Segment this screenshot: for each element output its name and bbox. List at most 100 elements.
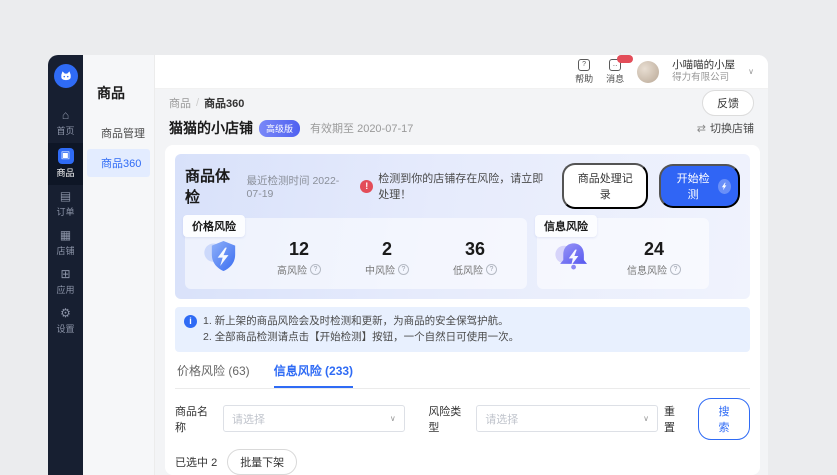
secondary-sidebar: 商品 商品管理 商品360 (83, 55, 155, 475)
product-icon: ▣ (58, 148, 74, 164)
chevron-down-icon[interactable]: ∨ (748, 67, 754, 76)
info-risk-value: 24 (627, 239, 681, 260)
shop-plan-badge: 高级版 (259, 120, 300, 137)
cat-logo-icon (59, 69, 73, 83)
messages-label: 消息 (606, 72, 624, 85)
last-check-time: 最近检测时间 2022-07-19 (247, 173, 352, 200)
tab-info-risk[interactable]: 信息风险 (233) (274, 362, 353, 388)
sidebar-item-products[interactable]: ▣ 商品 (48, 143, 83, 185)
help-tip-icon[interactable]: ? (398, 264, 409, 275)
subnav-item-product-management[interactable]: 商品管理 (87, 119, 150, 147)
high-risk-stat: 12 高风险? (277, 239, 321, 277)
order-icon: ▤ (60, 190, 71, 203)
user-company: 得力有限公司 (672, 72, 735, 84)
last-check-label: 最近检测时间 (247, 175, 310, 187)
price-risk-card: 价格风险 (185, 218, 527, 289)
swap-icon: ⇄ (697, 122, 706, 135)
process-record-button[interactable]: 商品处理记录 (562, 163, 648, 209)
help-button[interactable]: ? 帮助 (575, 59, 593, 85)
product-name-placeholder: 请选择 (232, 411, 265, 427)
shield-lightning-icon (201, 236, 241, 281)
low-risk-label: 低风险 (453, 262, 483, 277)
risk-type-filter-label: 风险类型 (428, 403, 468, 435)
sidebar-item-shop[interactable]: ▦ 店铺 (48, 224, 83, 263)
breadcrumb-parent[interactable]: 商品 (169, 95, 191, 111)
mid-risk-value: 2 (365, 239, 409, 260)
breadcrumb-separator: / (196, 97, 199, 109)
app-window: ⌂ 首页 ▣ 商品 ▤ 订单 ▦ 店铺 ⊞ 应用 ⚙ 设置 (48, 55, 768, 475)
help-icon: ? (578, 59, 590, 71)
help-tip-icon[interactable]: ? (486, 264, 497, 275)
main-card: 商品体检 最近检测时间 2022-07-19 ! 检测到你的店铺存在风险，请立即… (165, 145, 760, 475)
help-tip-icon[interactable]: ? (670, 264, 681, 275)
mid-risk-stat: 2 中风险? (365, 239, 409, 277)
sidebar-item-label: 店铺 (56, 244, 74, 257)
content-area: 商品 / 商品360 反馈 猫猫的小店铺 高级版 有效期至 2020-07-17… (155, 89, 768, 475)
top-header: ? 帮助 ‥ 消息 小喵喵的小屋 得力有限公司 ∨ (155, 55, 768, 89)
price-risk-card-label: 价格风险 (183, 215, 245, 237)
sidebar-item-settings[interactable]: ⚙ 设置 (48, 302, 83, 341)
tab-price-risk[interactable]: 价格风险 (63) (177, 362, 250, 388)
selected-count-text: 已选中 2 (175, 454, 217, 470)
info-icon: i (184, 315, 197, 328)
risk-tabs: 价格风险 (63) 信息风险 (233) (175, 357, 750, 389)
help-tip-icon[interactable]: ? (310, 264, 321, 275)
mid-risk-label: 中风险 (365, 262, 395, 277)
shop-bar: 猫猫的小店铺 高级版 有效期至 2020-07-17 ⇄ 切换店铺 (155, 116, 768, 145)
reset-button[interactable]: 重置 (658, 399, 690, 439)
chevron-down-icon: ∨ (390, 414, 396, 423)
info-risk-label: 信息风险 (627, 262, 667, 277)
messages-button[interactable]: ‥ 消息 (606, 59, 624, 85)
app-logo[interactable] (54, 64, 78, 88)
low-risk-stat: 36 低风险? (453, 239, 497, 277)
checkup-title: 商品体检 (185, 165, 238, 207)
lightning-icon (718, 179, 731, 194)
info-risk-stat: 24 信息风险? (627, 239, 681, 277)
product-name-filter-label: 商品名称 (175, 403, 215, 435)
sidebar-item-home[interactable]: ⌂ 首页 (48, 104, 83, 143)
help-label: 帮助 (575, 72, 593, 85)
validity-date: 2020-07-17 (357, 123, 413, 135)
main-area: ? 帮助 ‥ 消息 小喵喵的小屋 得力有限公司 ∨ (155, 55, 768, 475)
message-count-badge (617, 55, 633, 63)
risk-type-select[interactable]: 请选择 ∨ (476, 405, 658, 432)
home-icon: ⌂ (62, 109, 69, 122)
switch-shop-button[interactable]: ⇄ 切换店铺 (697, 120, 754, 136)
gear-icon: ⚙ (60, 307, 71, 320)
product-name-select[interactable]: 请选择 ∨ (223, 405, 405, 432)
bell-lightning-icon (553, 237, 593, 280)
start-check-label: 开始检测 (674, 170, 712, 202)
selected-count: 2 (211, 457, 217, 469)
sidebar-item-label: 首页 (56, 124, 74, 137)
risk-warning: ! 检测到你的店铺存在风险，请立即处理！ (360, 170, 549, 202)
sidebar-item-label: 应用 (56, 283, 74, 296)
notice-line-2: 2. 全部商品检测请点击【开始检测】按钮，一个自然日可使用一次。 (203, 329, 519, 345)
selection-bar: 已选中 2 批量下架 (175, 449, 750, 475)
sidebar-item-apps[interactable]: ⊞ 应用 (48, 263, 83, 302)
breadcrumb: 商品 / 商品360 反馈 (155, 89, 768, 116)
sidebar-item-label: 订单 (56, 205, 74, 218)
risk-stats-row: 价格风险 (185, 218, 740, 289)
user-info[interactable]: 小喵喵的小屋 得力有限公司 (672, 59, 735, 84)
high-risk-value: 12 (277, 239, 321, 260)
feedback-button[interactable]: 反馈 (702, 90, 754, 116)
user-name: 小喵喵的小屋 (672, 59, 735, 72)
start-check-button[interactable]: 开始检测 (659, 164, 740, 208)
shop-validity: 有效期至 2020-07-17 (310, 120, 413, 136)
product-checkup-panel: 商品体检 最近检测时间 2022-07-19 ! 检测到你的店铺存在风险，请立即… (175, 154, 750, 299)
apps-icon: ⊞ (60, 268, 70, 281)
secondary-sidebar-title: 商品 (83, 55, 154, 117)
price-risk-stats: 12 高风险? 2 中风险? 36 低风险? (255, 239, 519, 277)
low-risk-value: 36 (453, 239, 497, 260)
sidebar-item-orders[interactable]: ▤ 订单 (48, 185, 83, 224)
info-risk-stats: 24 信息风险? (607, 239, 701, 277)
search-button[interactable]: 搜索 (698, 398, 750, 440)
subnav-item-product-360[interactable]: 商品360 (87, 149, 150, 177)
sidebar-item-label: 商品 (56, 166, 74, 179)
sidebar-item-label: 设置 (56, 322, 74, 335)
user-avatar[interactable] (637, 61, 659, 83)
batch-delist-button[interactable]: 批量下架 (227, 449, 297, 475)
breadcrumb-current: 商品360 (204, 95, 244, 111)
switch-shop-label: 切换店铺 (710, 120, 754, 136)
selected-label: 已选中 (175, 457, 208, 469)
